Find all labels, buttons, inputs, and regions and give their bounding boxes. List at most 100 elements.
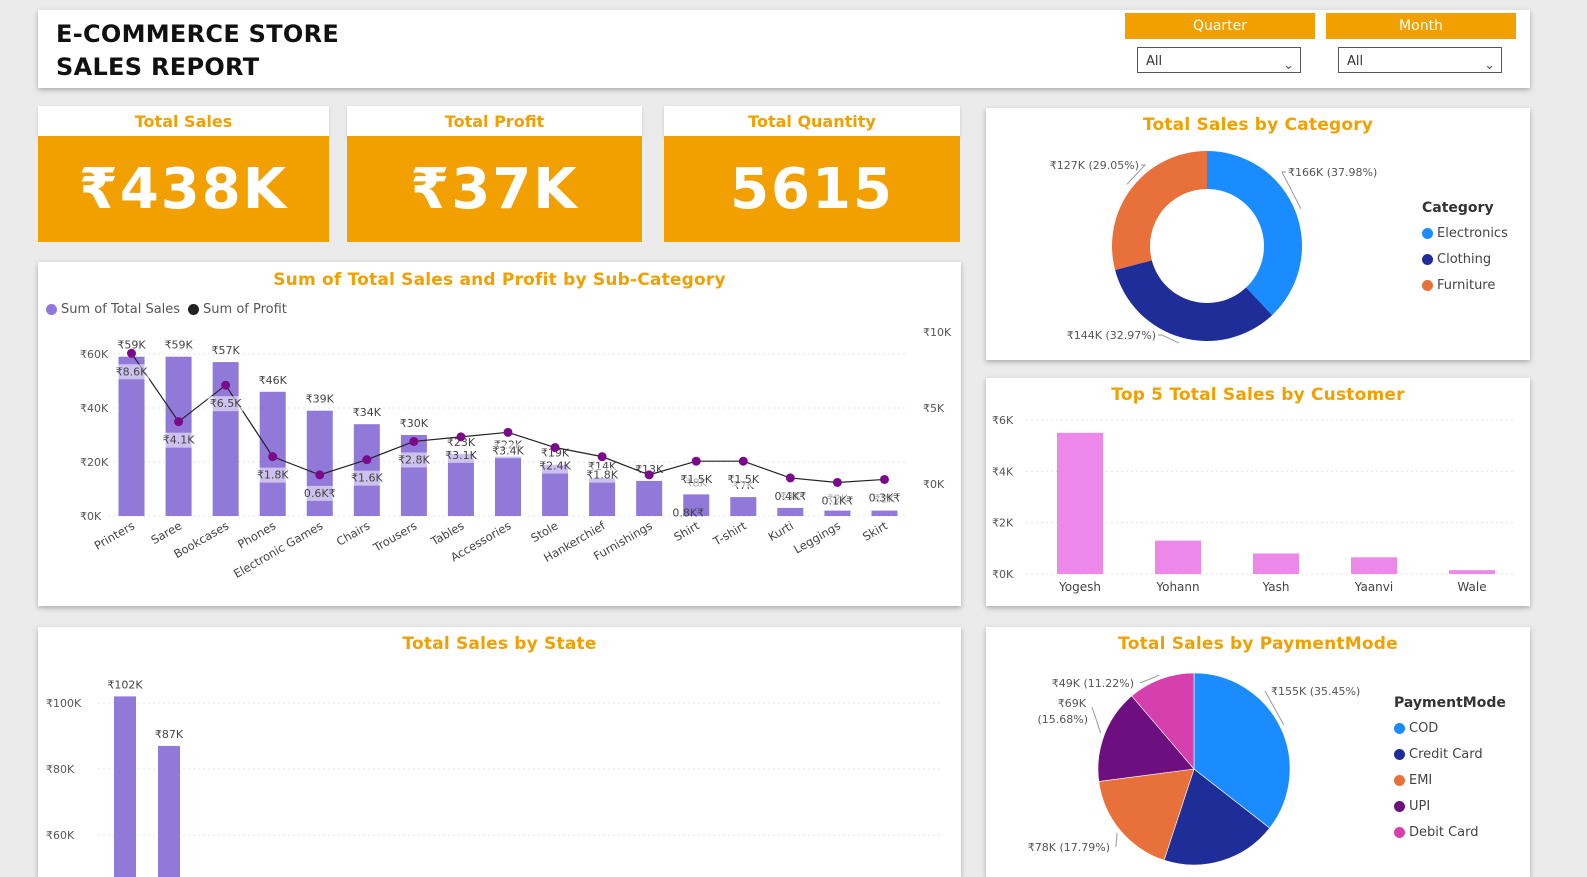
x-tick-label: Stole [528, 518, 560, 545]
category-chart-card[interactable]: Total Sales by Category ₹166K (37.98%) ₹1… [986, 108, 1530, 360]
y-tick-label: ₹6K [992, 414, 1014, 427]
leader-line [1158, 334, 1180, 344]
profit-point [879, 474, 889, 484]
legend-item[interactable]: Furniture [1422, 272, 1508, 298]
y-tick-label: ₹4K [992, 465, 1014, 478]
y-tick-label: ₹60K [46, 829, 75, 842]
profit-data-label: 0.8K₹ [672, 506, 704, 519]
profit-data-label: ₹3.4K [492, 444, 524, 457]
legend-label: Electronics [1437, 225, 1508, 241]
profit-data-label: 0.3K₹ [869, 491, 901, 504]
x-tick-label: Skirt [860, 518, 890, 544]
month-slicer-label: Month [1326, 13, 1516, 39]
legend-title: PaymentMode [1394, 695, 1506, 711]
slice-data-label: ₹155K (35.45%) [1271, 685, 1360, 698]
subcategory-chart-card[interactable]: Sum of Total Sales and Profit by Sub-Cat… [38, 262, 961, 606]
bar [589, 478, 616, 516]
slice-data-label: ₹127K (29.05%) [1050, 159, 1139, 172]
legend-item[interactable]: Clothing [1422, 246, 1508, 272]
x-tick-label: Saree [149, 518, 185, 547]
bar-data-label: ₹57K [212, 344, 241, 357]
bar [400, 435, 427, 516]
y-tick-label: ₹100K [46, 697, 82, 710]
leader-line [1091, 706, 1102, 734]
bar-data-label: ₹102K [107, 678, 143, 691]
profit-data-label: ₹6.5K [210, 397, 242, 410]
x-tick-label: T-shirt [710, 518, 749, 549]
profit-point [597, 452, 607, 462]
report-title-line2: SALES REPORT [56, 53, 260, 81]
quarter-dropdown[interactable]: All ⌄ [1137, 47, 1301, 73]
x-tick-label: Yohann [1155, 580, 1199, 594]
chevron-down-icon: ⌄ [1283, 58, 1294, 73]
customers-plot: ₹0K ₹2K ₹4K ₹6K Yogesh Yohann Yash Yaanvi Wale [992, 414, 1516, 594]
bar [158, 745, 180, 877]
kpi-total-profit: Total Profit ₹37K [347, 106, 642, 242]
slice-data-label: ₹69K [1058, 697, 1087, 710]
slice-data-label: ₹78K (17.79%) [1028, 841, 1110, 854]
legend-item[interactable]: EMI [1394, 767, 1506, 793]
y2-tick-label: ₹5K [923, 402, 945, 415]
x-tick-label: Electronic Games [231, 518, 325, 580]
y-tick-label: ₹0K [992, 568, 1014, 581]
legend-item[interactable]: COD [1394, 715, 1506, 741]
profit-data-label: ₹8.6K [116, 365, 148, 378]
x-tick-label: Trousers [370, 518, 419, 555]
kpi-value: 5615 [664, 136, 960, 242]
state-chart-card[interactable]: Total Sales by State ₹60K ₹80K ₹100K ₹102K ₹… [38, 627, 961, 877]
x-tick-label: Printers [92, 518, 137, 552]
bar [871, 510, 898, 516]
bar [447, 453, 474, 516]
legend-swatch [1394, 722, 1405, 734]
profit-data-label: ₹2.4K [539, 460, 571, 473]
leader-line [1115, 832, 1118, 848]
legend-item[interactable]: Debit Card [1394, 819, 1506, 845]
kpi-label: Total Sales [38, 106, 329, 136]
legend-swatch [1394, 748, 1405, 760]
legend-swatch [1394, 826, 1405, 838]
x-tick-label: Yogesh [1058, 580, 1101, 594]
profit-point [738, 456, 748, 466]
profit-data-label: 0.4K₹ [774, 490, 806, 503]
kpi-value: ₹438K [38, 136, 329, 242]
legend-swatch [1422, 279, 1433, 291]
profit-point [221, 380, 231, 390]
bar-data-label: ₹46K [259, 374, 288, 387]
bar-data-label: ₹34K [353, 406, 382, 419]
legend-swatch [1394, 800, 1405, 812]
profit-point [268, 452, 278, 462]
bar [114, 696, 136, 877]
legend-label: EMI [1409, 772, 1433, 788]
profit-data-label: ₹1.8K [257, 469, 289, 482]
x-tick-label: Shirt [671, 518, 702, 544]
bar [824, 510, 851, 516]
legend-item[interactable]: Electronics [1422, 220, 1508, 246]
legend-item[interactable]: UPI [1394, 793, 1506, 819]
y-tick-label: ₹20K [80, 456, 109, 469]
profit-data-label: ₹1.5K [727, 473, 759, 486]
profit-data-label: ₹2.8K [398, 453, 430, 466]
payment-chart-card[interactable]: Total Sales by PaymentMode ₹155K (35.45%… [986, 627, 1530, 877]
profit-data-label: ₹4.1K [163, 434, 195, 447]
legend-swatch [1422, 227, 1433, 239]
state-plot: ₹60K ₹80K ₹100K ₹102K ₹87K [46, 678, 943, 877]
y2-tick-label: ₹0K [923, 478, 945, 491]
x-tick-label: Wale [1457, 580, 1486, 594]
month-dropdown[interactable]: All ⌄ [1338, 47, 1502, 73]
quarter-slicer-label: Quarter [1125, 13, 1315, 39]
x-tick-label: Yash [1262, 580, 1290, 594]
y-tick-label: ₹40K [80, 402, 109, 415]
profit-data-label: ₹3.1K [445, 449, 477, 462]
profit-point [174, 417, 184, 427]
bar [1351, 557, 1397, 574]
legend-label: Clothing [1437, 251, 1492, 267]
legend-item[interactable]: Credit Card [1394, 741, 1506, 767]
customers-chart-card[interactable]: Top 5 Total Sales by Customer ₹0K ₹2K ₹4K ₹… [986, 378, 1530, 606]
quarter-dropdown-value: All [1146, 54, 1163, 69]
kpi-total-sales: Total Sales ₹438K [38, 106, 329, 242]
month-dropdown-value: All [1347, 54, 1364, 69]
slice-data-label: ₹166K (37.98%) [1288, 166, 1377, 179]
legend-swatch [1394, 774, 1405, 786]
legend-label: UPI [1409, 798, 1431, 814]
profit-data-label: ₹1.5K [680, 473, 712, 486]
